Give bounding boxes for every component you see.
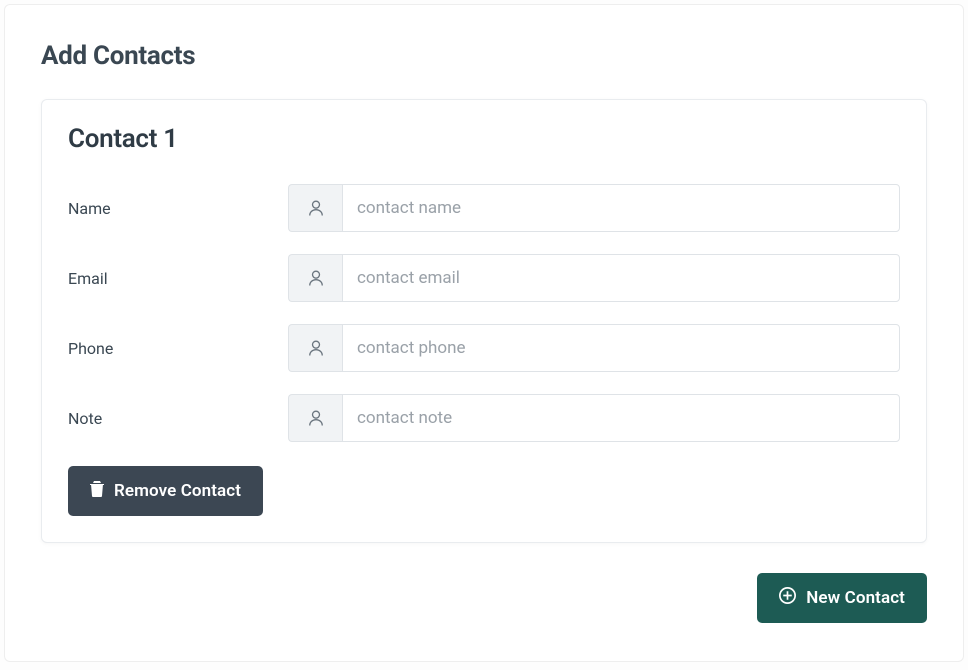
contact-heading: Contact 1 — [68, 124, 900, 154]
new-contact-button[interactable]: New Contact — [757, 573, 927, 623]
person-icon — [288, 394, 342, 442]
input-group-email — [288, 254, 900, 302]
row-note: Note — [68, 394, 900, 442]
input-group-note — [288, 394, 900, 442]
new-contact-label: New Contact — [806, 588, 905, 608]
footer-actions: New Contact — [41, 573, 927, 623]
remove-contact-label: Remove Contact — [114, 481, 241, 501]
page-title: Add Contacts — [41, 41, 927, 71]
person-icon — [288, 184, 342, 232]
row-name: Name — [68, 184, 900, 232]
row-phone: Phone — [68, 324, 900, 372]
row-email: Email — [68, 254, 900, 302]
add-contacts-panel: Add Contacts Contact 1 Name Email — [4, 4, 964, 662]
note-input[interactable] — [342, 394, 900, 442]
plus-circle-icon — [779, 587, 796, 609]
person-icon — [288, 324, 342, 372]
label-name: Name — [68, 199, 288, 218]
person-icon — [288, 254, 342, 302]
label-phone: Phone — [68, 339, 288, 358]
label-note: Note — [68, 409, 288, 428]
email-input[interactable] — [342, 254, 900, 302]
phone-input[interactable] — [342, 324, 900, 372]
input-group-phone — [288, 324, 900, 372]
name-input[interactable] — [342, 184, 900, 232]
label-email: Email — [68, 269, 288, 288]
remove-contact-button[interactable]: Remove Contact — [68, 466, 263, 516]
input-group-name — [288, 184, 900, 232]
trash-icon — [90, 481, 104, 502]
contact-card: Contact 1 Name Email Phone — [41, 99, 927, 543]
